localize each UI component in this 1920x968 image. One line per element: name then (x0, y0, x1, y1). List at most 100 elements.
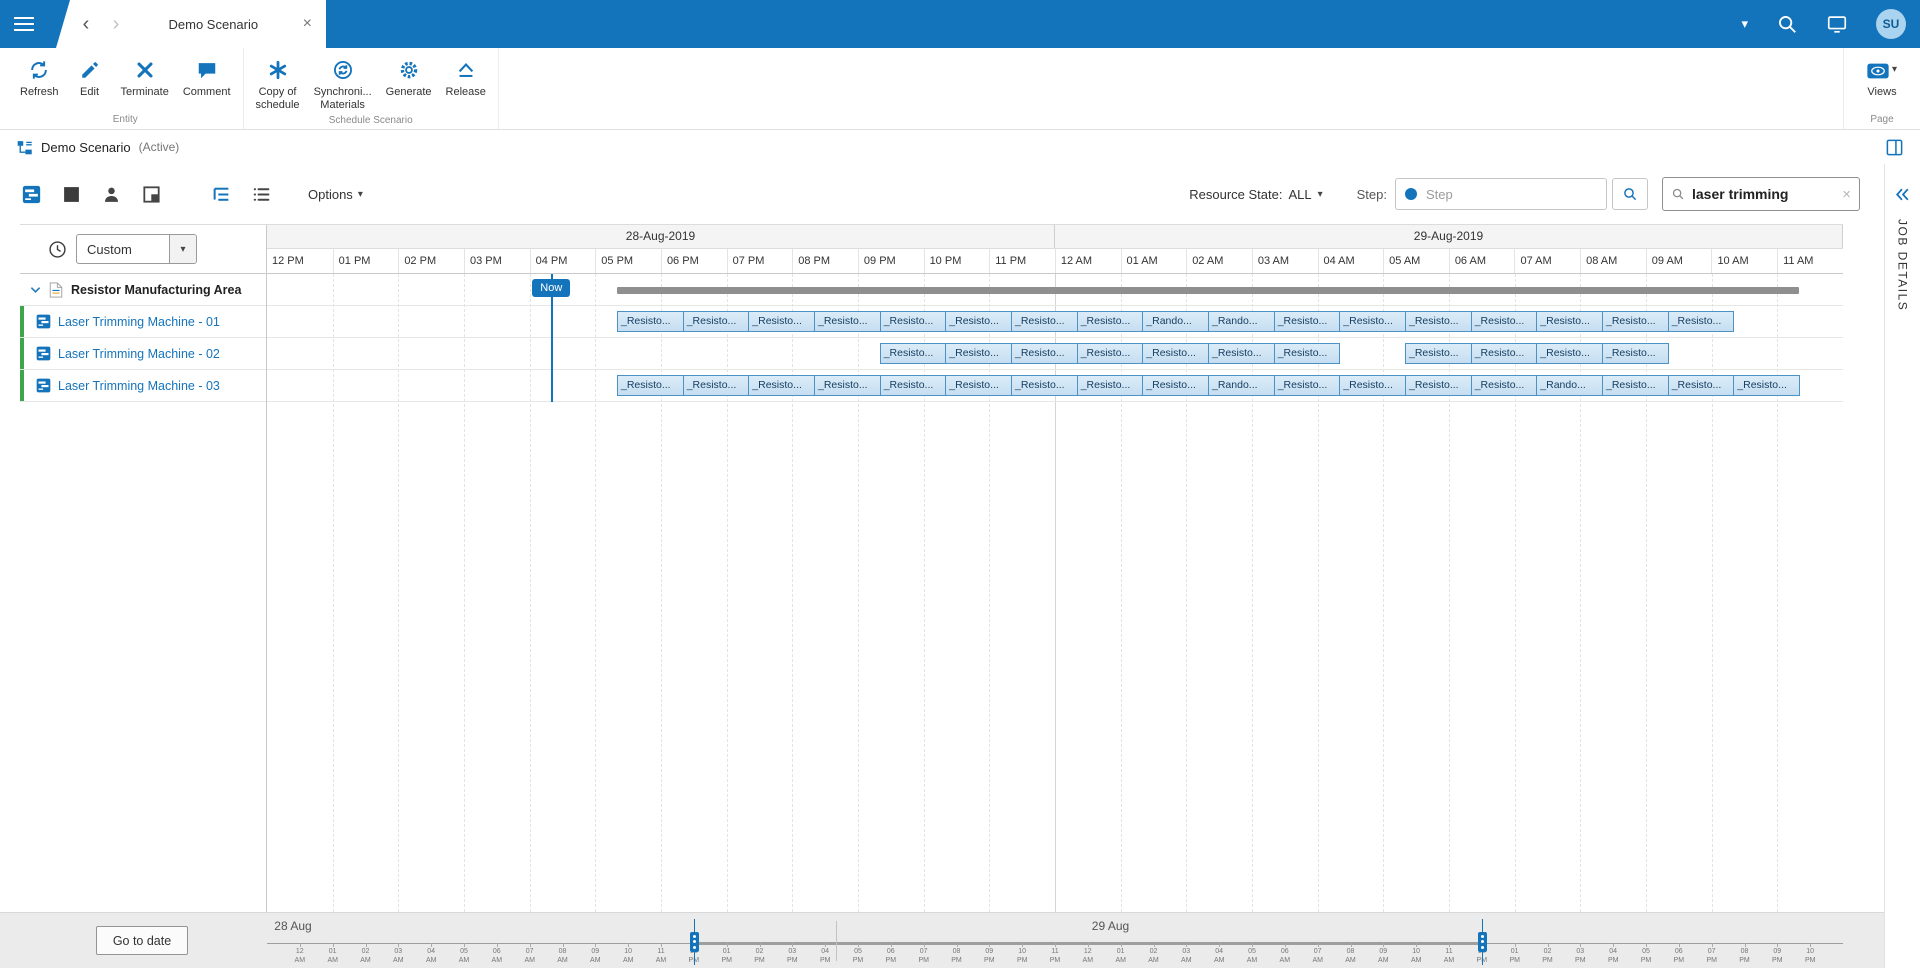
activity-bar[interactable]: _Rando... (1208, 311, 1275, 332)
activity-bar[interactable]: _Resisto... (1471, 311, 1538, 332)
menu-button[interactable] (0, 0, 48, 48)
activity-bar[interactable]: _Resisto... (1471, 375, 1538, 396)
forward-icon[interactable]: › (106, 14, 126, 34)
activity-bar[interactable]: _Resisto... (683, 311, 750, 332)
activity-bar[interactable]: _Resisto... (748, 311, 815, 332)
hour-header: 05 AM (1383, 249, 1449, 273)
views-button[interactable]: ▾ Views (1858, 53, 1906, 102)
activity-bar[interactable]: _Resisto... (1011, 311, 1078, 332)
activity-bar[interactable]: _Resisto... (1536, 311, 1603, 332)
activity-bar[interactable]: _Resisto... (814, 375, 881, 396)
drag-grip[interactable] (1478, 932, 1487, 952)
refresh-button[interactable]: Refresh (13, 53, 66, 102)
activity-bar[interactable]: _Resisto... (880, 375, 947, 396)
options-dropdown[interactable]: Options ▾ (308, 187, 363, 202)
activity-bar[interactable]: _Resisto... (683, 375, 750, 396)
activity-bar[interactable]: _Resisto... (1142, 343, 1209, 364)
activity-bar[interactable]: _Resisto... (1274, 311, 1341, 332)
resource-row[interactable]: Laser Trimming Machine - 01 (20, 306, 266, 338)
activity-bar[interactable]: _Resisto... (1471, 343, 1538, 364)
comment-button[interactable]: Comment (176, 53, 238, 102)
activity-bar[interactable]: _Resisto... (1602, 375, 1669, 396)
activity-bar[interactable]: _Resisto... (1668, 311, 1735, 332)
activity-bar[interactable]: _Rando... (1142, 311, 1209, 332)
activity-bar[interactable]: _Resisto... (880, 343, 947, 364)
job-details-tab[interactable]: JOB DETAILS (1896, 219, 1910, 311)
clear-search-icon[interactable]: × (1842, 186, 1851, 203)
activity-bar[interactable]: _Resisto... (1339, 375, 1406, 396)
resource-row[interactable]: Laser Trimming Machine - 02 (20, 338, 266, 370)
mini-range-handle[interactable] (694, 919, 695, 965)
activity-bar[interactable]: _Resisto... (1536, 343, 1603, 364)
edit-button[interactable]: Edit (66, 53, 114, 102)
area-summary-bar (617, 287, 1799, 294)
search-icon[interactable] (1776, 13, 1798, 35)
topbar-dropdown-icon[interactable]: ▾ (1741, 16, 1748, 32)
generate-icon (395, 56, 423, 83)
activity-bar[interactable]: _Resisto... (1405, 375, 1472, 396)
activity-bar[interactable]: _Resisto... (1405, 311, 1472, 332)
activity-bar[interactable]: _Resisto... (1602, 311, 1669, 332)
activity-bar[interactable]: _Resisto... (1208, 343, 1275, 364)
tree-row-area[interactable]: Resistor Manufacturing Area (20, 274, 266, 306)
tree-levels-icon[interactable] (210, 183, 232, 205)
activity-bar[interactable]: _Resisto... (1405, 343, 1472, 364)
activity-bar[interactable]: _Rando... (1208, 375, 1275, 396)
step-filter-field[interactable] (1395, 178, 1607, 210)
close-tab-icon[interactable]: × (301, 15, 314, 33)
scenario-tab[interactable]: ‹ › Demo Scenario × (56, 0, 326, 48)
step-search-button[interactable] (1612, 178, 1648, 210)
activity-bar[interactable]: _Resisto... (1011, 343, 1078, 364)
activity-bar[interactable]: _Resisto... (1274, 375, 1341, 396)
activity-bar[interactable]: _Resisto... (945, 343, 1012, 364)
mini-range-handle[interactable] (1482, 919, 1483, 965)
activity-bar[interactable]: _Resisto... (617, 375, 684, 396)
activity-bar[interactable]: _Resisto... (1668, 375, 1735, 396)
back-icon[interactable]: ‹ (76, 14, 96, 34)
go-to-date-button[interactable]: Go to date (96, 926, 188, 955)
mini-tick-label: 02 PM (754, 948, 765, 966)
activity-bar[interactable]: _Resisto... (1011, 375, 1078, 396)
avatar[interactable]: SU (1876, 9, 1906, 39)
panel-layout-icon[interactable] (1885, 138, 1904, 157)
activity-bar[interactable]: _Resisto... (1339, 311, 1406, 332)
generate-button[interactable]: Generate (379, 53, 439, 102)
activity-bar[interactable]: _Resisto... (1077, 311, 1144, 332)
terminate-button[interactable]: Terminate (114, 53, 176, 102)
activity-bar[interactable]: _Resisto... (945, 375, 1012, 396)
activity-bar[interactable]: _Resisto... (617, 311, 684, 332)
step-input[interactable] (1426, 187, 1597, 202)
mini-timeline[interactable]: 28 Aug29 Aug12 AM01 AM02 AM03 AM04 AM05 … (267, 913, 1843, 968)
timescale-caret-icon[interactable]: ▾ (169, 235, 196, 263)
search-input[interactable] (1692, 186, 1835, 202)
gantt-view-icon[interactable] (20, 183, 42, 205)
collapse-panel-icon[interactable] (1894, 186, 1911, 203)
table-view-icon[interactable] (60, 183, 82, 205)
activity-bar[interactable]: _Resisto... (748, 375, 815, 396)
activity-bar[interactable]: _Resisto... (1733, 375, 1800, 396)
frame-view-icon[interactable] (140, 183, 162, 205)
activity-bar[interactable]: _Resisto... (1274, 343, 1341, 364)
activity-bar[interactable]: _Resisto... (1142, 375, 1209, 396)
activity-bar[interactable]: _Resisto... (945, 311, 1012, 332)
resource-row[interactable]: Laser Trimming Machine - 03 (20, 370, 266, 402)
activity-bar[interactable]: _Resisto... (1077, 375, 1144, 396)
copy-of-schedule-button[interactable]: Copy of schedule (249, 53, 307, 115)
button-label: Generate (386, 86, 432, 99)
hour-header: 11 PM (989, 249, 1055, 273)
resource-state-dropdown[interactable]: Resource State: ALL ▾ (1189, 187, 1322, 202)
feedback-icon[interactable] (1826, 13, 1848, 35)
list-view-icon[interactable] (250, 183, 272, 205)
search-field[interactable]: × (1662, 177, 1860, 211)
activity-bar[interactable]: _Resisto... (1602, 343, 1669, 364)
release-button[interactable]: Release (439, 53, 493, 102)
timescale-dropdown[interactable]: Custom ▾ (76, 234, 197, 264)
activity-bar[interactable]: _Resisto... (814, 311, 881, 332)
activity-bar[interactable]: _Resisto... (880, 311, 947, 332)
synchroni-materials-button[interactable]: Synchroni... Materials (307, 53, 379, 115)
activity-bar[interactable]: _Resisto... (1077, 343, 1144, 364)
drag-grip[interactable] (690, 932, 699, 952)
chevron-down-icon[interactable] (30, 286, 41, 294)
activity-bar[interactable]: _Rando... (1536, 375, 1603, 396)
resource-view-icon[interactable] (100, 183, 122, 205)
